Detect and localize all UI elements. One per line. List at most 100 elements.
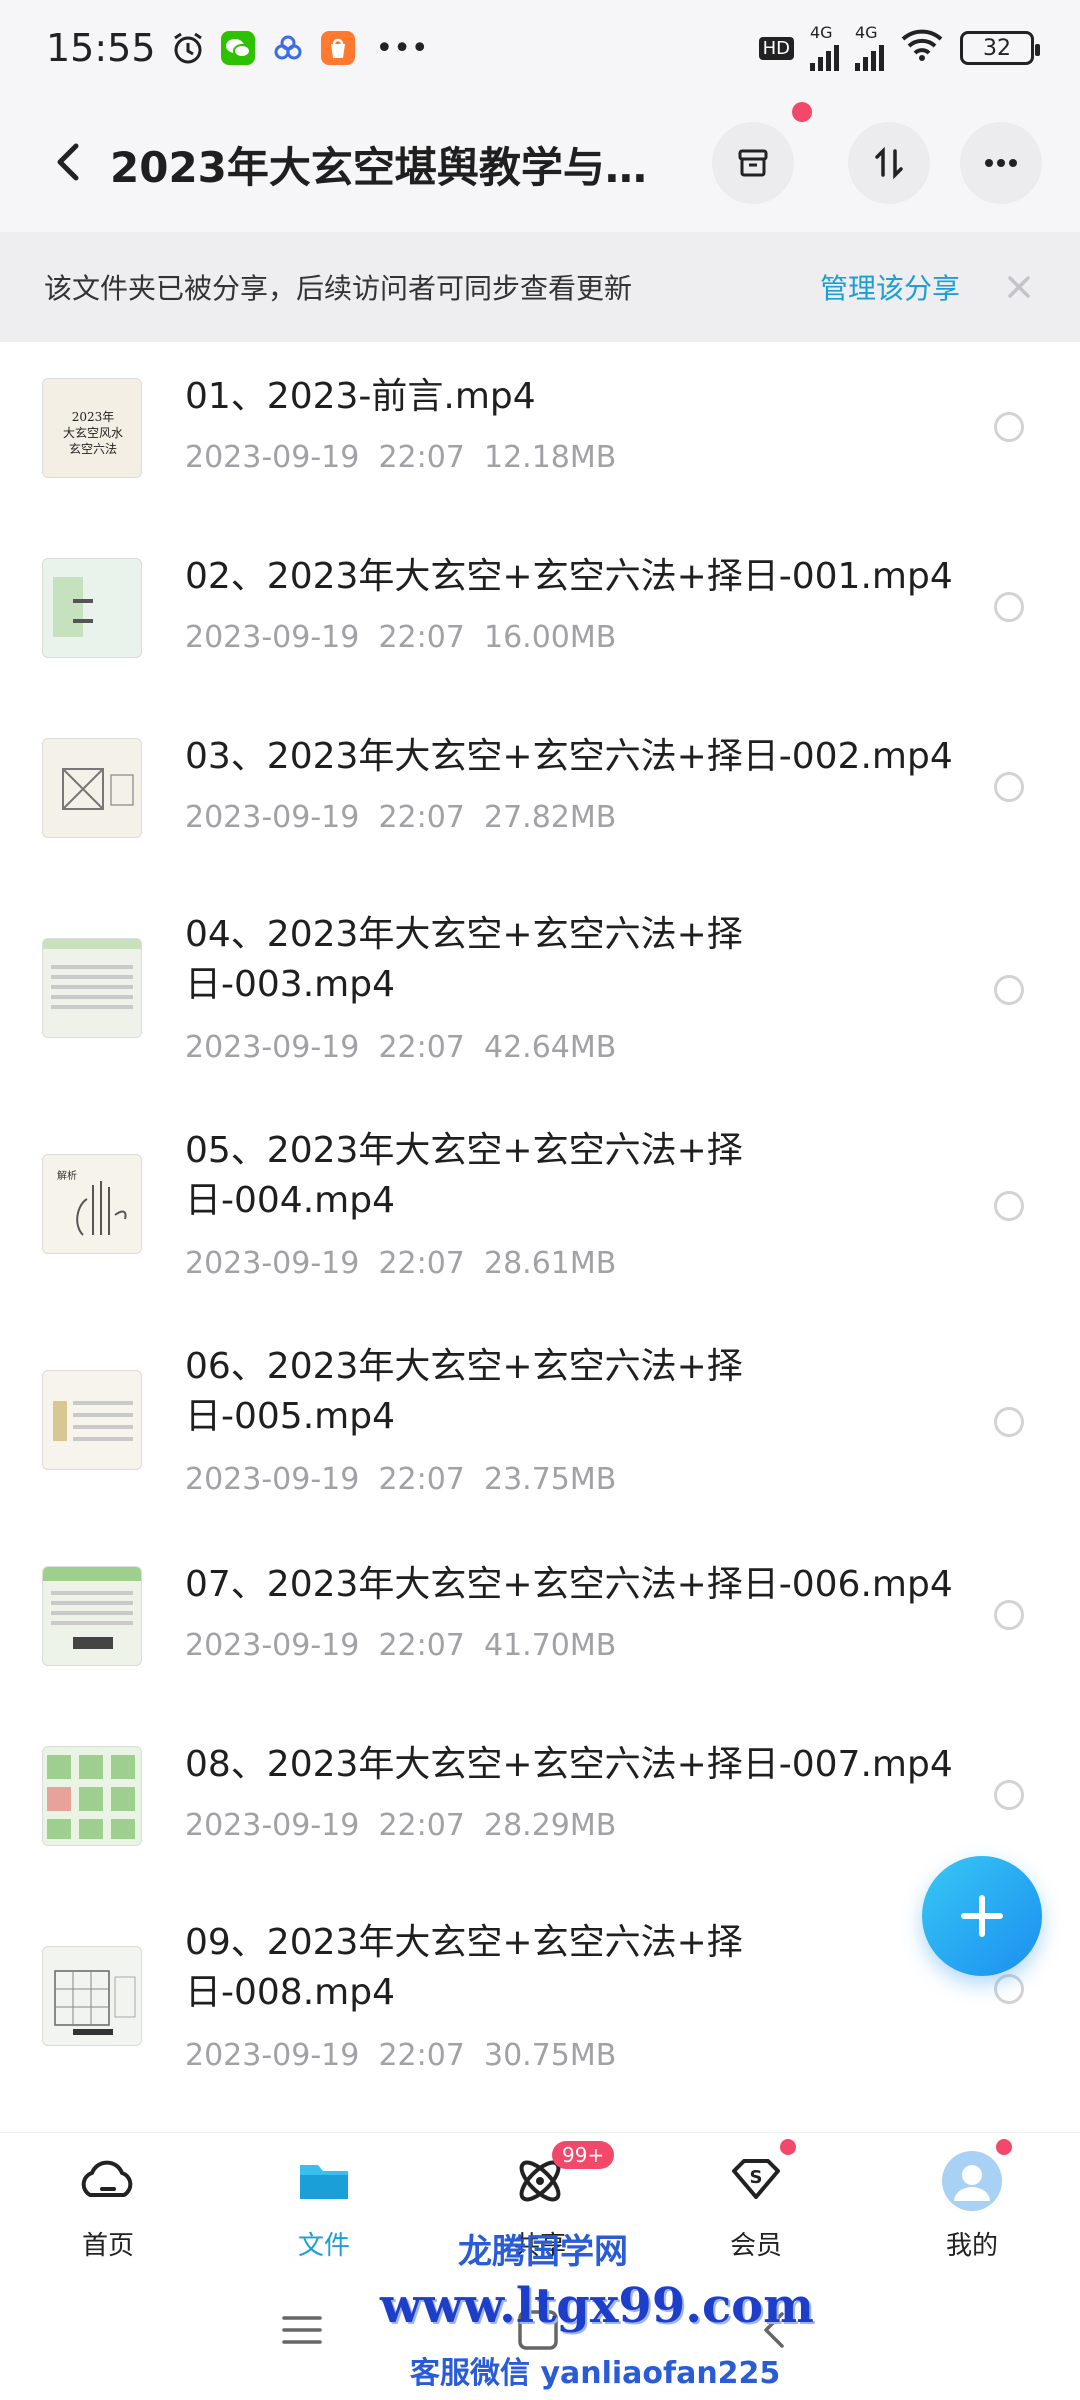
back-icon	[57, 143, 79, 181]
file-item[interactable]: 04、2023年大玄空+玄空六法+择日-003.mp4 2023-09-19 2…	[0, 882, 1080, 1098]
tab-label: 会员	[729, 2231, 782, 2261]
svg-text:大玄空风水: 大玄空风水	[63, 425, 123, 440]
file-name: 04、2023年大玄空+玄空六法+择日-003.mp4	[185, 914, 743, 1005]
file-time: 22:07	[378, 1462, 465, 1497]
archive-icon	[738, 149, 768, 177]
plus-icon	[961, 1895, 1003, 1937]
signal-2-icon: 4G	[855, 25, 884, 71]
file-meta: 2023-09-19 22:07 30.75MB	[185, 2038, 616, 2073]
manage-share-link[interactable]: 管理该分享	[820, 267, 960, 307]
file-item[interactable]: 09、2023年大玄空+玄空六法+择日-008.mp4 2023-09-19 2…	[0, 1890, 1080, 2106]
file-meta: 2023-09-19 22:07 28.61MB	[185, 1246, 616, 1281]
file-meta: 2023-09-19 22:07 16.00MB	[185, 620, 616, 655]
file-size: 28.61MB	[483, 1246, 617, 1281]
video-thumbnail	[42, 1746, 142, 1846]
file-item[interactable]: 03、2023年大玄空+玄空六法+择日-002.mp4 2023-09-19 2…	[0, 702, 1080, 882]
select-radio[interactable]	[994, 1974, 1024, 2004]
tab-label: 文件	[297, 2231, 350, 2261]
file-time: 22:07	[378, 800, 465, 835]
select-radio[interactable]	[994, 1600, 1024, 1630]
file-size: 16.00MB	[483, 620, 617, 655]
file-name: 03、2023年大玄空+玄空六法+择日-002.mp4	[185, 736, 953, 777]
tab-vip[interactable]: S 会员	[676, 2139, 836, 2279]
select-radio[interactable]	[994, 1407, 1024, 1437]
file-item[interactable]: 07、2023年大玄空+玄空六法+择日-006.mp4 2023-09-19 2…	[0, 1530, 1080, 1710]
file-date: 2023-09-19	[185, 620, 360, 655]
file-size: 42.64MB	[483, 1030, 617, 1065]
file-size: 30.75MB	[483, 2038, 617, 2073]
file-list: 2023年 大玄空风水 玄空六法 01、2023-前言.mp4 2023-09-19…	[0, 342, 1080, 2132]
select-radio[interactable]	[994, 772, 1024, 802]
tab-files[interactable]: 文件	[244, 2149, 404, 2279]
more-icon	[985, 159, 1017, 167]
file-date: 2023-09-19	[185, 1462, 360, 1497]
file-time: 22:07	[378, 620, 465, 655]
file-item[interactable]: 解析 05、2023年大玄空+玄空六法+择日-004.mp4 2023-09-1…	[0, 1098, 1080, 1314]
select-radio[interactable]	[994, 1780, 1024, 1810]
file-item[interactable]: 02、2023年大玄空+玄空六法+择日-001.mp4 2023-09-19 2…	[0, 522, 1080, 702]
select-radio[interactable]	[994, 1191, 1024, 1221]
select-radio[interactable]	[994, 592, 1024, 622]
file-name: 05、2023年大玄空+玄空六法+择日-004.mp4	[185, 1130, 743, 1221]
home-icon	[76, 2149, 140, 2213]
menu-nav-button[interactable]	[282, 2310, 322, 2354]
file-time: 22:07	[378, 1628, 465, 1663]
file-date: 2023-09-19	[185, 1628, 360, 1663]
file-meta: 2023-09-19 22:07 42.64MB	[185, 1030, 616, 1065]
tab-home[interactable]: 首页	[28, 2149, 188, 2279]
file-size: 41.70MB	[483, 1628, 617, 1663]
wifi-icon	[900, 28, 944, 68]
cloud-app-icon	[270, 30, 306, 66]
select-radio[interactable]	[994, 412, 1024, 442]
wechat-icon	[220, 30, 256, 66]
file-size: 23.75MB	[483, 1462, 617, 1497]
page-title: 2023年大玄空堪舆教学与...	[110, 143, 650, 192]
file-name: 07、2023年大玄空+玄空六法+择日-006.mp4	[185, 1564, 953, 1605]
file-time: 22:07	[378, 440, 465, 475]
share-banner-text: 该文件夹已被分享，后续访问者可同步查看更新	[44, 272, 633, 305]
add-button[interactable]	[922, 1856, 1042, 1976]
video-thumbnail	[42, 1370, 142, 1470]
file-time: 22:07	[378, 1030, 465, 1065]
back-button[interactable]	[40, 132, 100, 192]
status-time: 15:55	[46, 26, 156, 70]
sort-icon	[875, 146, 903, 180]
video-thumbnail	[42, 1566, 142, 1666]
svg-text:S: S	[750, 2167, 763, 2188]
select-radio[interactable]	[994, 975, 1024, 1005]
vip-icon: S	[724, 2139, 796, 2213]
close-banner-button[interactable]	[996, 264, 1042, 310]
status-bar: 15:55 ••• HD 4G 4G 32	[0, 0, 1080, 96]
file-meta: 2023-09-19 22:07 41.70MB	[185, 1628, 616, 1663]
file-meta: 2023-09-19 22:07 28.29MB	[185, 1808, 616, 1843]
tab-label: 我的	[945, 2231, 998, 2261]
vip-dot	[780, 2139, 796, 2155]
watermark-url: www.ltgx99.com	[380, 2278, 814, 2334]
tab-me[interactable]: 我的	[892, 2139, 1052, 2279]
file-item[interactable]: 08、2023年大玄空+玄空六法+择日-007.mp4 2023-09-19 2…	[0, 1710, 1080, 1890]
shopping-app-icon	[320, 30, 356, 66]
file-date: 2023-09-19	[185, 1808, 360, 1843]
video-thumbnail	[42, 938, 142, 1038]
file-meta: 2023-09-19 22:07 27.82MB	[185, 800, 616, 835]
file-item[interactable]: 06、2023年大玄空+玄空六法+择日-005.mp4 2023-09-19 2…	[0, 1314, 1080, 1530]
file-size: 28.29MB	[483, 1808, 617, 1843]
file-date: 2023-09-19	[185, 2038, 360, 2073]
more-button[interactable]	[960, 122, 1042, 204]
notification-dot	[792, 102, 812, 122]
watermark-title: 龙腾国学网	[458, 2232, 628, 2272]
hd-icon: HD	[758, 36, 794, 60]
file-item[interactable]: 2023年 大玄空风水 玄空六法 01、2023-前言.mp4 2023-09-19…	[0, 342, 1080, 522]
file-name: 08、2023年大玄空+玄空六法+择日-007.mp4	[185, 1744, 953, 1785]
file-name: 09、2023年大玄空+玄空六法+择日-008.mp4	[185, 1922, 743, 2013]
video-thumbnail	[42, 738, 142, 838]
archive-button[interactable]	[712, 122, 794, 204]
video-thumbnail	[42, 1946, 142, 2046]
file-name: 06、2023年大玄空+玄空六法+择日-005.mp4	[185, 1346, 743, 1437]
file-date: 2023-09-19	[185, 800, 360, 835]
sort-button[interactable]	[848, 122, 930, 204]
close-icon	[1008, 276, 1030, 298]
share-badge: 99+	[552, 2141, 615, 2169]
avatar-icon	[940, 2139, 1012, 2213]
file-date: 2023-09-19	[185, 1030, 360, 1065]
